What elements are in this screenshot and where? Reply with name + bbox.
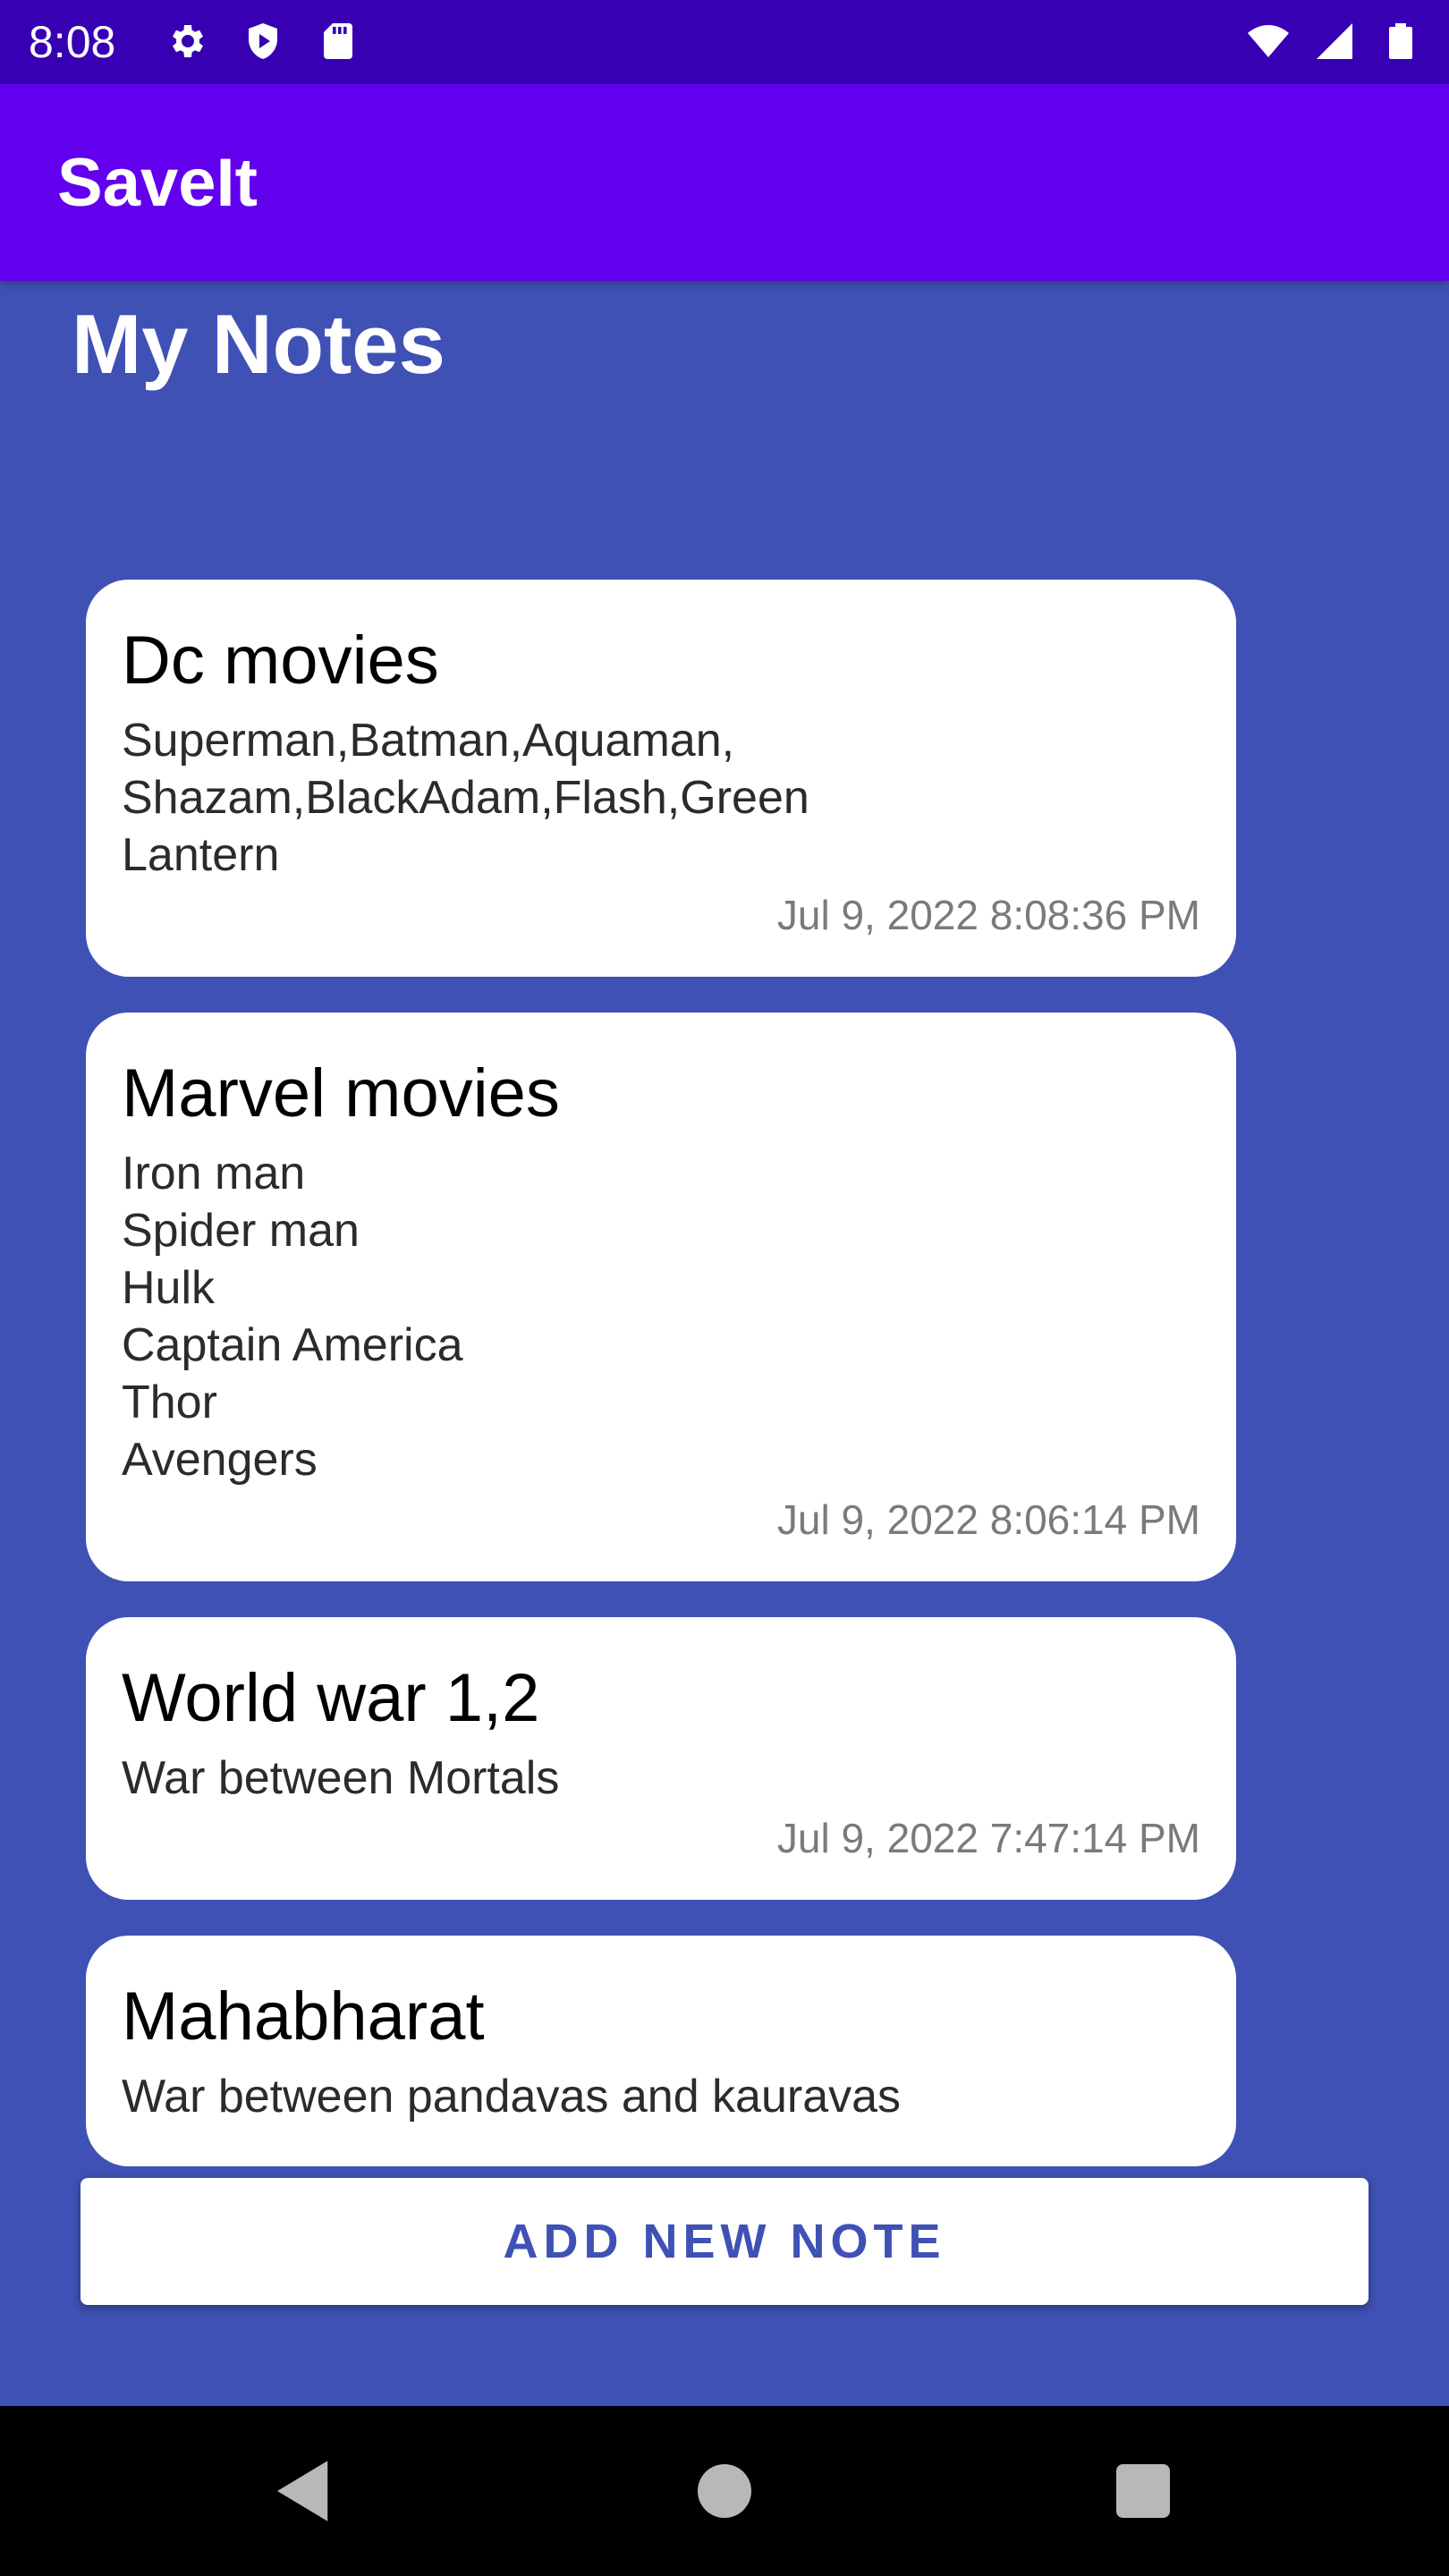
recents-icon[interactable] (1103, 2451, 1183, 2531)
page-title: My Notes (72, 297, 445, 391)
status-right-icons (1247, 18, 1422, 64)
note-body: War between pandavas and kauravas (122, 2071, 902, 2123)
note-card[interactable]: Marvel movies Iron man Spider man Hulk C… (86, 1013, 1236, 1581)
note-card[interactable]: Dc movies Superman,Batman,Aquaman, Shaza… (86, 580, 1236, 977)
add-new-note-button[interactable]: ADD NEW NOTE (80, 2178, 1368, 2305)
note-timestamp: Jul 9, 2022 7:47:14 PM (776, 1815, 1200, 1861)
notes-list-viewport[interactable]: Dc movies Superman,Batman,Aquaman, Shaza… (0, 555, 1449, 2178)
app-title: SaveIt (57, 145, 258, 221)
wifi-icon (1248, 25, 1289, 57)
note-body: Superman,Batman,Aquaman, Shazam,BlackAda… (122, 715, 809, 881)
status-bar: 8:08 (0, 0, 1449, 84)
note-card[interactable]: Mahabharat War between pandavas and kaur… (86, 1936, 1236, 2166)
note-timestamp: Jul 9, 2022 8:08:36 PM (776, 892, 1200, 938)
note-title: Marvel movies (122, 1055, 560, 1131)
note-body: Iron man Spider man Hulk Captain America… (122, 1148, 463, 1486)
battery-icon (1389, 23, 1412, 59)
signal-icon (1317, 23, 1352, 59)
home-icon[interactable] (684, 2451, 765, 2531)
sd-card-icon (324, 23, 352, 59)
notes-list: Dc movies Superman,Batman,Aquaman, Shaza… (86, 580, 1236, 2178)
note-title: Dc movies (122, 623, 439, 699)
status-left-icons (166, 18, 360, 64)
note-timestamp: Jul 9, 2022 8:06:14 PM (776, 1496, 1200, 1543)
note-title: Mahabharat (122, 1979, 485, 2055)
note-body: War between Mortals (122, 1752, 560, 1804)
note-card[interactable]: World war 1,2 War between Mortals Jul 9,… (86, 1617, 1236, 1900)
back-icon[interactable] (264, 2451, 344, 2531)
status-time: 8:08 (29, 17, 116, 67)
shield-play-icon (249, 23, 277, 59)
gear-icon (173, 25, 203, 57)
navigation-bar (0, 2406, 1449, 2576)
app-bar: SaveIt (0, 84, 1449, 281)
note-title: World war 1,2 (122, 1660, 540, 1736)
